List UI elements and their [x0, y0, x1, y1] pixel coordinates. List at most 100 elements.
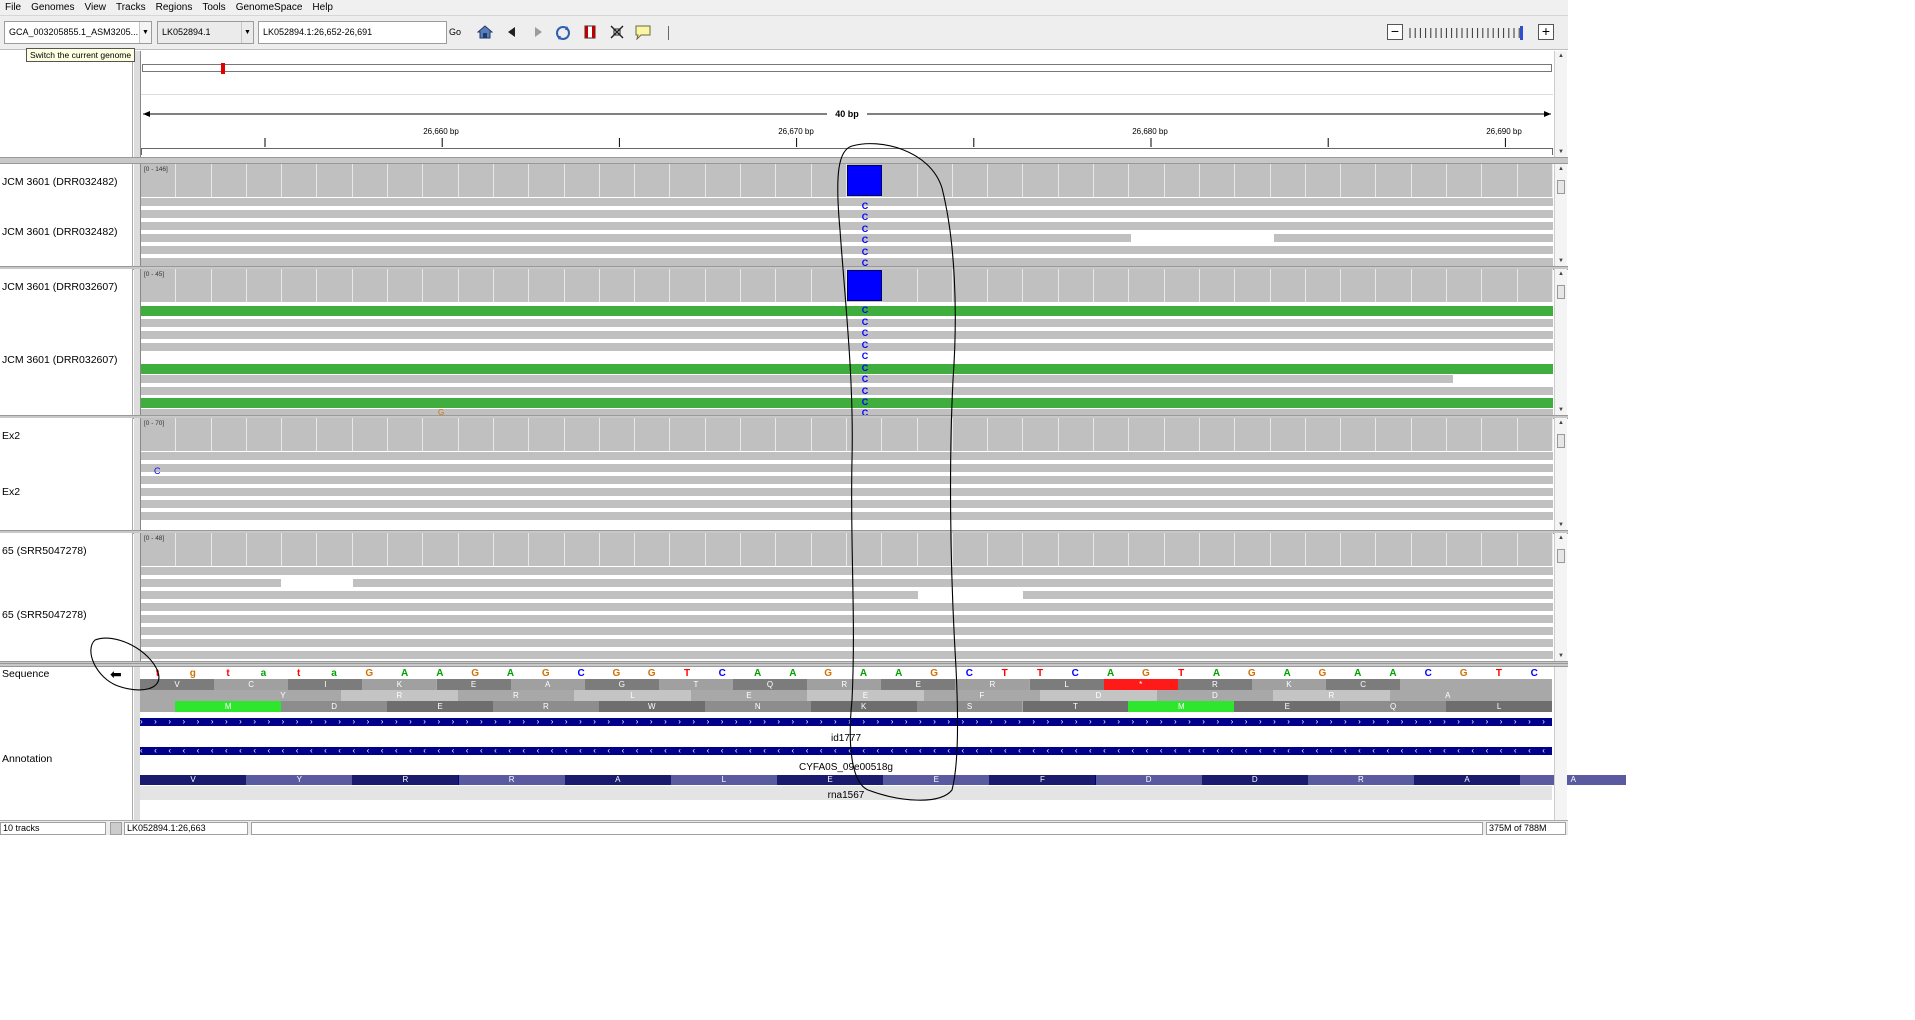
coverage-bar[interactable]: [318, 418, 353, 451]
read-alignment[interactable]: [1023, 591, 1553, 599]
coverage-bar[interactable]: [388, 533, 424, 566]
read-alignment[interactable]: [141, 567, 1553, 575]
refresh-icon[interactable]: [554, 24, 572, 42]
coverage-bar[interactable]: [1306, 418, 1342, 451]
coverage-bar[interactable]: [1200, 418, 1236, 451]
read-alignment[interactable]: [141, 615, 1553, 623]
coverage-bar[interactable]: [671, 418, 706, 451]
header-scrollbar[interactable]: ▲ ▼: [1554, 51, 1567, 157]
coverage-track-name[interactable]: Ex2: [2, 430, 20, 442]
coverage-bar[interactable]: [1412, 533, 1448, 566]
annotation-feature-forward[interactable]: ››››››››››››››››››››››››››››››››››››››››…: [140, 718, 1552, 726]
coverage-track-name[interactable]: 65 (SRR5047278): [2, 545, 87, 557]
coverage-track[interactable]: [0 - 70]: [141, 418, 1553, 451]
coverage-bar[interactable]: [1235, 418, 1271, 451]
coverage-bar[interactable]: [282, 418, 318, 451]
coverage-bar[interactable]: [176, 269, 212, 302]
coverage-bar[interactable]: [1059, 164, 1095, 197]
read-alignment[interactable]: [1274, 234, 1553, 242]
alignment-track-name[interactable]: 65 (SRR5047278): [2, 609, 87, 621]
coverage-bar[interactable]: [918, 269, 953, 302]
coverage-bar[interactable]: [1447, 418, 1483, 451]
coverage-bar[interactable]: [1129, 164, 1165, 197]
coverage-bar[interactable]: [1306, 164, 1342, 197]
coverage-bar[interactable]: [1024, 164, 1059, 197]
track-scrollbar[interactable]: ▲ ▼: [1554, 418, 1567, 530]
annotation-protein-track[interactable]: VYRRALEEFDDRAA: [140, 775, 1627, 785]
alignment-track-name[interactable]: JCM 3601 (DRR032607): [2, 354, 118, 366]
coverage-bar[interactable]: [1200, 269, 1236, 302]
menu-genomes[interactable]: Genomes: [26, 0, 79, 16]
scroll-thumb[interactable]: [1557, 285, 1565, 299]
coverage-bar[interactable]: [812, 269, 847, 302]
coverage-bar[interactable]: [1341, 418, 1377, 451]
coverage-bar[interactable]: [1235, 269, 1271, 302]
coverage-bar[interactable]: [741, 269, 777, 302]
scroll-thumb[interactable]: [1557, 180, 1565, 194]
read-alignment[interactable]: [141, 234, 1131, 242]
coverage-bar[interactable]: [1271, 533, 1306, 566]
scroll-up-icon[interactable]: ▲: [1555, 420, 1567, 426]
coverage-bar[interactable]: [706, 269, 742, 302]
coverage-bar[interactable]: [600, 269, 636, 302]
coverage-bar[interactable]: [1377, 164, 1412, 197]
scroll-down-icon[interactable]: ▼: [1555, 653, 1567, 659]
coverage-bar[interactable]: [423, 533, 459, 566]
forward-arrow-icon[interactable]: [529, 24, 547, 42]
coverage-bar[interactable]: [212, 533, 247, 566]
read-alignment[interactable]: [141, 246, 1553, 254]
coverage-bar[interactable]: [353, 164, 389, 197]
coverage-bar[interactable]: [1235, 533, 1271, 566]
coverage-bar[interactable]: [706, 164, 742, 197]
scroll-down-icon[interactable]: ▼: [1555, 407, 1567, 413]
menu-view[interactable]: View: [79, 0, 111, 16]
coverage-bar[interactable]: [212, 418, 247, 451]
coverage-bar[interactable]: [1059, 269, 1095, 302]
track-scrollbar[interactable]: ▲ ▼: [1554, 164, 1567, 266]
coverage-bar[interactable]: [918, 418, 953, 451]
coverage-bar[interactable]: [1306, 533, 1342, 566]
alignment-track-name[interactable]: JCM 3601 (DRR032482): [2, 226, 118, 238]
coverage-bar[interactable]: [635, 533, 671, 566]
panel-divider[interactable]: [0, 157, 1568, 164]
coverage-bar[interactable]: [247, 164, 283, 197]
coverage-bar[interactable]: [741, 164, 777, 197]
coverage-bar[interactable]: [1129, 269, 1165, 302]
coverage-bar[interactable]: [1341, 269, 1377, 302]
locus-search-input[interactable]: LK052894.1:26,652-26,691: [258, 21, 447, 44]
coverage-bar[interactable]: [1094, 164, 1130, 197]
coverage-bar[interactable]: [353, 533, 389, 566]
read-alignment[interactable]: [141, 198, 1553, 206]
coverage-bar[interactable]: [1271, 269, 1306, 302]
coverage-bar[interactable]: [882, 418, 918, 451]
genome-dropdown[interactable]: GCA_003205855.1_ASM3205... ▼: [4, 21, 152, 44]
coverage-bar[interactable]: [1024, 533, 1059, 566]
coverage-bar[interactable]: [1306, 269, 1342, 302]
coverage-bar[interactable]: [318, 269, 353, 302]
coverage-bar[interactable]: [529, 164, 565, 197]
read-alignment[interactable]: [141, 591, 918, 599]
coverage-bar[interactable]: [1200, 533, 1236, 566]
roi-icon[interactable]: [581, 24, 599, 42]
coverage-bar[interactable]: [1482, 164, 1518, 197]
coverage-bar[interactable]: [1412, 269, 1448, 302]
coverage-bar[interactable]: [1165, 269, 1200, 302]
coverage-bar[interactable]: [1341, 533, 1377, 566]
resize-icon[interactable]: [608, 24, 626, 42]
coverage-bar[interactable]: [953, 269, 989, 302]
coverage-bar[interactable]: [176, 533, 212, 566]
scroll-down-icon[interactable]: ▼: [1555, 258, 1567, 264]
read-alignment[interactable]: [141, 464, 1553, 472]
menu-help[interactable]: Help: [307, 0, 338, 16]
coverage-bar[interactable]: [1129, 418, 1165, 451]
coverage-bar[interactable]: [600, 533, 636, 566]
read-alignment[interactable]: [141, 579, 281, 587]
read-alignment[interactable]: [141, 331, 1553, 339]
coverage-bar[interactable]: [671, 164, 706, 197]
coverage-bar[interactable]: [212, 164, 247, 197]
coverage-bar[interactable]: [494, 269, 530, 302]
coverage-bar[interactable]: [741, 418, 777, 451]
go-button[interactable]: Go: [449, 27, 461, 37]
menu-regions[interactable]: Regions: [151, 0, 198, 16]
read-alignment[interactable]: [141, 343, 1553, 351]
